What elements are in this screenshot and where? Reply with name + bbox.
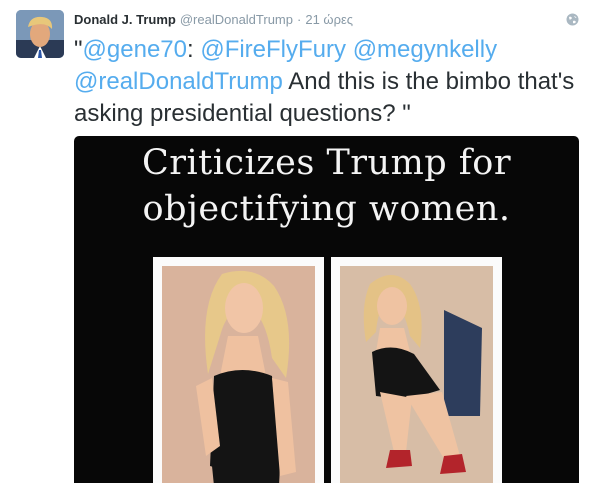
timestamp[interactable]: 21 ώρες: [305, 12, 353, 27]
photo-left: [162, 266, 315, 483]
caption-line-1: Criticizes Trump for: [141, 143, 512, 183]
globe-icon: [566, 13, 579, 26]
author-name[interactable]: Donald J. Trump: [74, 12, 176, 27]
mention-gene70[interactable]: @gene70: [83, 36, 187, 63]
image-caption: Criticizes Trump for objectifying women.: [74, 140, 579, 232]
tweet[interactable]: Donald J. Trump @realDonaldTrump · 21 ώρες …: [0, 0, 595, 483]
tweet-header: Donald J. Trump @realDonaldTrump · 21 ώρες: [74, 12, 353, 28]
author-avatar[interactable]: [16, 10, 64, 58]
tweet-text: "@gene70: @FireFlyFury @megynkelly @real…: [74, 34, 584, 130]
photo-right: [340, 266, 493, 483]
author-handle[interactable]: @realDonaldTrump: [180, 12, 293, 27]
text-plain: ": [74, 36, 83, 63]
mention-realdonaldtrump[interactable]: @realDonaldTrump: [74, 68, 283, 95]
text-plain: :: [186, 36, 201, 63]
photo-right-frame: [331, 257, 502, 483]
caption-line-2: objectifying women.: [142, 189, 511, 229]
tweet-media-image[interactable]: Criticizes Trump for objectifying women.: [74, 136, 579, 483]
mention-fireflyfury[interactable]: @FireFlyFury: [200, 36, 346, 63]
text-plain: [346, 36, 353, 63]
mention-megynkelly[interactable]: @megynkelly: [353, 36, 497, 63]
photo-left-frame: [153, 257, 324, 483]
separator: ·: [297, 12, 302, 27]
